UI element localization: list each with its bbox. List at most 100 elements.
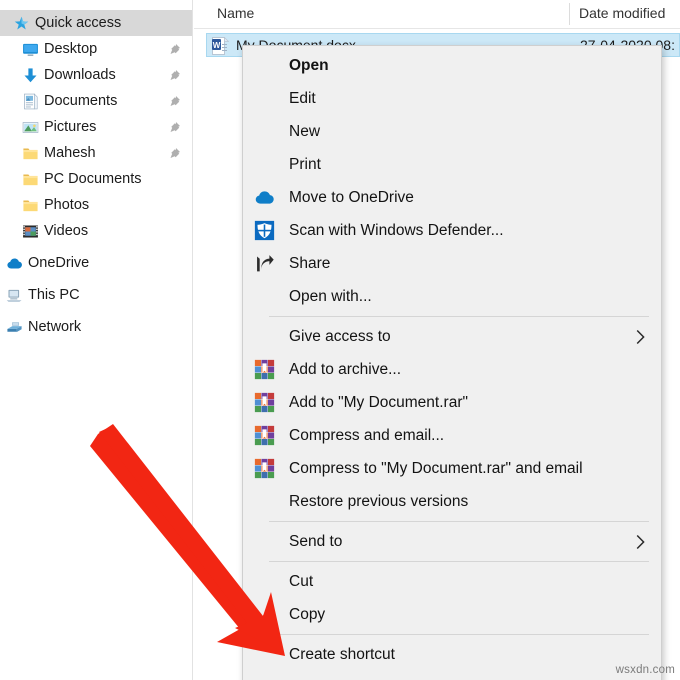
pin-icon[interactable] <box>169 43 181 55</box>
menu-item-label: Scan with Windows Defender... <box>289 221 504 239</box>
winrar-icon <box>254 392 275 413</box>
sidebar-item-label: Documents <box>44 93 118 109</box>
explorer-window: Quick access Desktop Downloads Documents… <box>0 0 680 680</box>
sidebar-item-downloads[interactable]: Downloads <box>0 62 192 88</box>
folder-icon <box>22 197 39 214</box>
menu-item-label: Send to <box>289 532 343 550</box>
menu-item-compress-and-email[interactable]: Compress and email... <box>243 419 661 452</box>
desktop-icon <box>22 41 39 58</box>
sidebar-item-network[interactable]: Network <box>0 314 192 340</box>
menu-item-open[interactable]: Open <box>243 49 661 82</box>
column-header-date-modified[interactable]: Date modified <box>579 5 665 21</box>
sidebar-item-photos[interactable]: Photos <box>0 192 192 218</box>
sidebar-item-videos[interactable]: Videos <box>0 218 192 244</box>
file-context-menu: Open Edit New Print Move to OneDrive Sca… <box>242 45 662 680</box>
menu-item-label: Open with... <box>289 287 372 305</box>
pin-icon[interactable] <box>169 69 181 81</box>
sidebar-item-label: Desktop <box>44 41 98 57</box>
menu-item-create-shortcut[interactable]: Create shortcut <box>243 638 661 671</box>
sidebar-item-label: Mahesh <box>44 145 96 161</box>
onedrive-cloud-icon <box>6 255 23 272</box>
folder-icon <box>22 171 39 188</box>
menu-separator <box>269 561 649 562</box>
menu-item-copy[interactable]: Copy <box>243 598 661 631</box>
menu-item-print[interactable]: Print <box>243 148 661 181</box>
network-icon <box>6 319 23 336</box>
menu-item-label: Compress and email... <box>289 426 445 444</box>
sidebar-item-this-pc[interactable]: This PC <box>0 282 192 308</box>
menu-item-edit[interactable]: Edit <box>243 82 661 115</box>
sidebar-item-label: This PC <box>28 287 80 303</box>
menu-item-label: Share <box>289 254 331 272</box>
chevron-right-icon <box>636 534 645 549</box>
sidebar-item-label: Photos <box>44 197 90 213</box>
menu-item-label: Move to OneDrive <box>289 188 414 206</box>
sidebar-item-label: Downloads <box>44 67 116 83</box>
menu-item-share[interactable]: Share <box>243 247 661 280</box>
menu-item-label: Give access to <box>289 327 391 345</box>
menu-item-cut[interactable]: Cut <box>243 565 661 598</box>
menu-item-label: New <box>289 122 321 140</box>
sidebar-item-pictures[interactable]: Pictures <box>0 114 192 140</box>
pin-icon[interactable] <box>169 147 181 159</box>
column-divider[interactable] <box>569 3 570 25</box>
sidebar-item-desktop[interactable]: Desktop <box>0 36 192 62</box>
share-arrow-icon <box>254 253 275 274</box>
menu-item-label: Compress to "My Document.rar" and email <box>289 459 583 477</box>
download-arrow-icon <box>22 67 39 84</box>
sidebar-item-label: PC Documents <box>44 171 142 187</box>
menu-item-label: Add to "My Document.rar" <box>289 393 468 411</box>
winrar-icon <box>254 425 275 446</box>
sidebar-item-quick-access[interactable]: Quick access <box>0 10 192 36</box>
sidebar-item-documents[interactable]: Documents <box>0 88 192 114</box>
menu-item-label: Copy <box>289 605 326 623</box>
documents-icon <box>22 92 39 110</box>
pin-icon[interactable] <box>169 95 181 107</box>
pictures-icon <box>22 119 39 136</box>
menu-item-label: Restore previous versions <box>289 492 469 510</box>
menu-item-restore-previous-versions[interactable]: Restore previous versions <box>243 485 661 518</box>
menu-item-open-with[interactable]: Open with... <box>243 280 661 313</box>
menu-separator <box>269 521 649 522</box>
menu-item-label: Add to archive... <box>289 360 402 378</box>
star-pin-icon <box>13 15 30 32</box>
menu-item-scan-with-windows-defender[interactable]: Scan with Windows Defender... <box>243 214 661 247</box>
menu-separator <box>269 634 649 635</box>
menu-item-label: Print <box>289 155 321 173</box>
column-header-bar: Name Date modified <box>194 0 680 29</box>
sidebar-item-pc-documents[interactable]: PC Documents <box>0 166 192 192</box>
menu-item-compress-to-my-document-rar-and-email[interactable]: Compress to "My Document.rar" and email <box>243 452 661 485</box>
menu-item-label: Open <box>289 56 329 74</box>
sidebar-item-label: Videos <box>44 223 89 239</box>
svg-text:W: W <box>213 41 221 50</box>
menu-separator <box>269 316 649 317</box>
pin-icon[interactable] <box>169 121 181 133</box>
menu-item-label: Edit <box>289 89 316 107</box>
winrar-icon <box>254 359 275 380</box>
chevron-right-icon <box>636 329 645 344</box>
menu-item-add-to-my-document-rar[interactable]: Add to "My Document.rar" <box>243 386 661 419</box>
menu-item-label: Cut <box>289 572 314 590</box>
sidebar-item-label: OneDrive <box>28 255 90 271</box>
this-pc-icon <box>6 287 23 304</box>
sidebar-item-onedrive[interactable]: OneDrive <box>0 250 192 276</box>
menu-item-move-to-onedrive[interactable]: Move to OneDrive <box>243 181 661 214</box>
watermark-text: wsxdn.com <box>615 664 675 676</box>
menu-item-send-to[interactable]: Send to <box>243 525 661 558</box>
menu-item-label: Create shortcut <box>289 645 395 663</box>
menu-item-new[interactable]: New <box>243 115 661 148</box>
sidebar-item-mahesh[interactable]: Mahesh <box>0 140 192 166</box>
folder-icon <box>22 145 39 162</box>
onedrive-cloud-icon <box>254 187 275 208</box>
winrar-icon <box>254 458 275 479</box>
sidebar-item-label: Network <box>28 319 82 335</box>
column-header-name[interactable]: Name <box>217 5 254 21</box>
videos-icon <box>22 223 39 240</box>
sidebar-item-label: Pictures <box>44 119 97 135</box>
menu-item-add-to-archive[interactable]: Add to archive... <box>243 353 661 386</box>
navigation-pane: Quick access Desktop Downloads Documents… <box>0 0 193 680</box>
menu-item-give-access-to[interactable]: Give access to <box>243 320 661 353</box>
defender-shield-icon <box>254 220 275 241</box>
sidebar-item-label: Quick access <box>35 15 122 31</box>
menu-item-delete[interactable]: Delete <box>243 671 661 680</box>
